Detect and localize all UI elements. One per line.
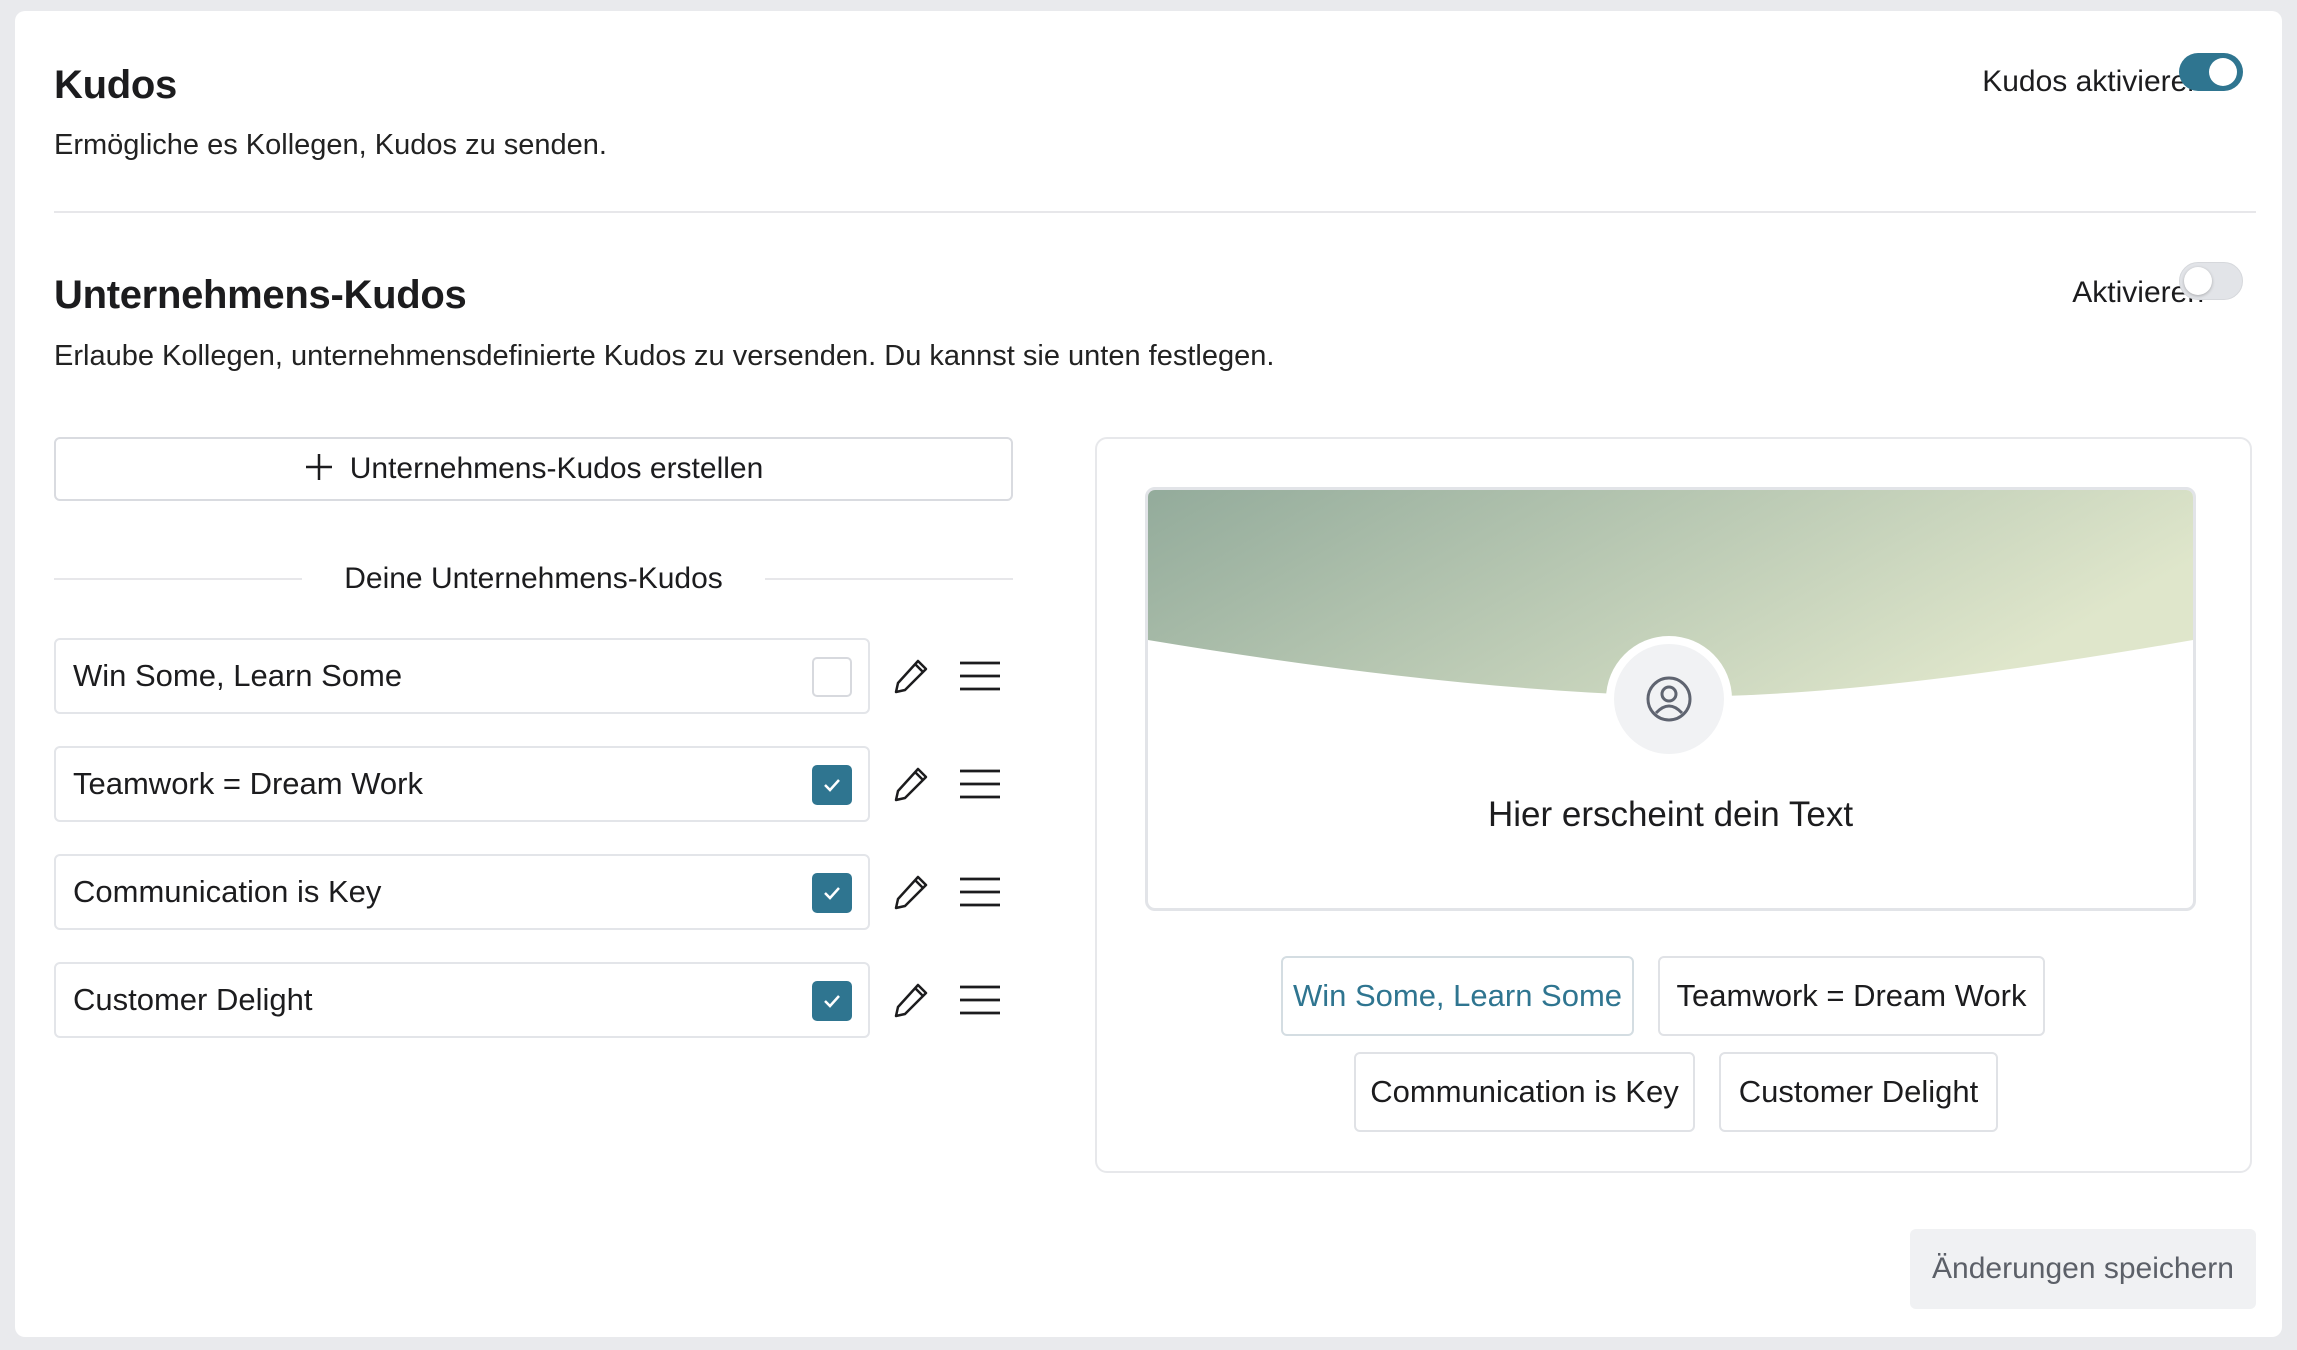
list-heading: Deine Unternehmens-Kudos — [54, 559, 1014, 599]
preview-chip[interactable]: Communication is Key — [1354, 1052, 1695, 1132]
check-icon — [824, 995, 840, 1008]
edit-pencil-icon[interactable] — [887, 868, 935, 916]
kudo-item-label: Communication is Key — [73, 874, 382, 909]
kudo-item: Teamwork = Dream Work — [54, 746, 870, 822]
preview-chip[interactable]: Customer Delight — [1719, 1052, 1998, 1132]
kudo-item-checkbox[interactable] — [812, 981, 852, 1021]
drag-handle-icon[interactable] — [956, 760, 1004, 808]
edit-pencil-icon[interactable] — [887, 652, 935, 700]
save-changes-button[interactable]: Änderungen speichern — [1910, 1229, 2256, 1309]
drag-handle-icon[interactable] — [956, 868, 1004, 916]
kudo-item-checkbox[interactable] — [812, 657, 852, 697]
kudos-toggle-label: Kudos aktivieren — [1982, 65, 2204, 98]
create-company-kudos-button[interactable]: Unternehmens-Kudos erstellen — [54, 437, 1013, 501]
plus-icon — [304, 449, 334, 489]
preview-panel: Hier erscheint dein Text Win Some, Learn… — [1095, 437, 2252, 1173]
divider-line — [764, 578, 1014, 580]
check-icon — [824, 887, 840, 900]
preview-chip[interactable]: Win Some, Learn Some — [1281, 956, 1634, 1036]
drag-handle-icon[interactable] — [956, 976, 1004, 1024]
kudos-toggle[interactable] — [2179, 53, 2243, 91]
kudo-item-label: Customer Delight — [73, 982, 313, 1017]
company-kudos-title: Unternehmens-Kudos — [54, 273, 467, 317]
section-divider — [54, 211, 2256, 213]
kudo-item: Communication is Key — [54, 854, 870, 930]
preview-placeholder-text: Hier erscheint dein Text — [1487, 795, 1854, 834]
toggle-knob — [2209, 58, 2237, 86]
company-kudos-description: Erlaube Kollegen, unternehmensdefinierte… — [54, 340, 1275, 372]
user-circle-icon — [1646, 676, 1692, 722]
kudos-description: Ermögliche es Kollegen, Kudos zu senden. — [54, 129, 607, 161]
kudo-item-label: Teamwork = Dream Work — [73, 766, 423, 801]
divider-line — [54, 578, 303, 580]
kudos-title: Kudos — [54, 63, 177, 107]
kudo-item-label: Win Some, Learn Some — [73, 658, 403, 693]
preview-chip[interactable]: Teamwork = Dream Work — [1658, 956, 2045, 1036]
create-button-label: Unternehmens-Kudos erstellen — [349, 452, 764, 485]
check-icon — [824, 779, 840, 792]
edit-pencil-icon[interactable] — [887, 760, 935, 808]
company-kudos-toggle[interactable] — [2179, 262, 2243, 300]
kudo-item: Win Some, Learn Some — [54, 638, 870, 714]
drag-handle-icon[interactable] — [956, 652, 1004, 700]
toggle-knob — [2184, 267, 2212, 295]
kudo-item-checkbox[interactable] — [812, 765, 852, 805]
avatar — [1614, 644, 1724, 754]
list-heading-text: Deine Unternehmens-Kudos — [344, 562, 723, 595]
preview-card: Hier erscheint dein Text — [1145, 487, 2196, 911]
edit-pencil-icon[interactable] — [887, 976, 935, 1024]
kudo-item: Customer Delight — [54, 962, 870, 1038]
kudo-item-checkbox[interactable] — [812, 873, 852, 913]
settings-card: Kudos Ermögliche es Kollegen, Kudos zu s… — [15, 11, 2282, 1337]
